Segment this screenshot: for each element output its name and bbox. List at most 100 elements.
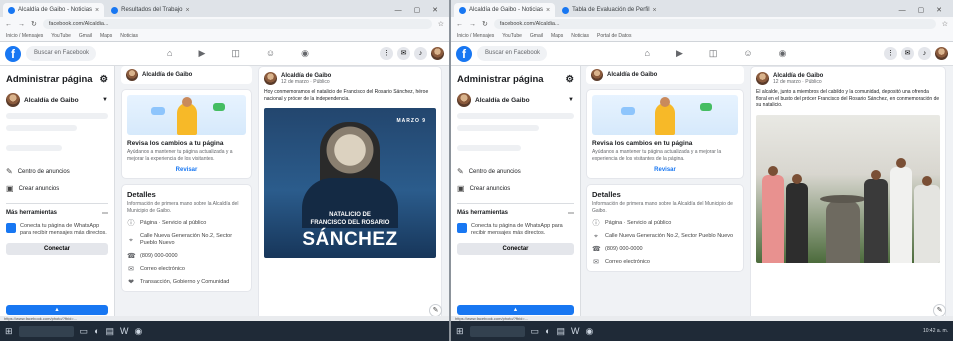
post-author[interactable]: Alcaldía de Gaibo — [281, 73, 331, 79]
tab-evaluation[interactable]: Tabla de Evaluación de Perfil × — [557, 3, 661, 17]
word-icon[interactable]: W — [120, 326, 129, 336]
promote-button[interactable]: ▲ — [457, 305, 574, 315]
bookmark-item[interactable]: Noticias — [571, 33, 589, 39]
system-clock[interactable]: 10:42 a. m. — [923, 328, 948, 334]
connect-button[interactable]: Conectar — [457, 243, 574, 255]
taskbar-search-input[interactable] — [18, 325, 74, 337]
tab-results[interactable]: Resultados del Trabajo × — [106, 3, 194, 17]
facebook-favicon-icon — [8, 6, 15, 14]
page-name: Alcaldía de Gaibo — [24, 96, 79, 104]
facebook-logo-icon[interactable]: f — [456, 45, 472, 62]
home-icon[interactable]: ⌂ — [645, 48, 650, 59]
marketplace-icon[interactable]: ◫ — [709, 48, 718, 59]
edge-browser-icon[interactable]: ◐ — [94, 326, 99, 336]
sidebar-item-create-ads[interactable]: ▣ Crear anuncios — [6, 184, 108, 193]
bookmark-item[interactable]: YouTube — [502, 33, 522, 39]
windows-start-icon[interactable]: ⊞ — [5, 326, 13, 337]
bookmark-item[interactable]: Maps — [100, 33, 112, 39]
page-switcher[interactable]: Alcaldía de Gaibo ▼ — [6, 93, 108, 107]
window-controls[interactable]: — ▢ ✕ — [389, 6, 449, 17]
bookmark-item[interactable]: Noticias — [120, 33, 138, 39]
search-input[interactable]: Buscar en Facebook — [477, 46, 547, 61]
taskbar: ⊞ ▭ ◐ ▤ W ◉ — [0, 321, 449, 341]
forward-icon[interactable]: → — [469, 21, 476, 28]
close-icon[interactable]: × — [186, 7, 190, 14]
video-icon[interactable]: ▶ — [198, 48, 205, 59]
bookmark-item[interactable]: Gmail — [530, 33, 543, 39]
connect-button[interactable]: Conectar — [6, 243, 108, 255]
marketplace-icon[interactable]: ◫ — [231, 48, 240, 59]
url-field[interactable]: facebook.com/Alcaldia... — [42, 19, 432, 29]
sidebar-item-ads-center[interactable]: ✎ Centro de anuncios — [457, 167, 574, 176]
menu-grid-icon[interactable]: ⋮ — [884, 47, 897, 60]
divider — [6, 203, 108, 204]
facebook-logo-icon[interactable]: f — [5, 45, 21, 62]
avatar[interactable] — [431, 47, 444, 60]
more-icon[interactable]: ⋯ — [568, 210, 574, 217]
search-input[interactable]: Buscar en Facebook — [26, 46, 96, 61]
promo-item: Conecta tu página de WhatsApp para recib… — [457, 223, 574, 237]
bookmark-item[interactable]: Maps — [551, 33, 563, 39]
url-field[interactable]: facebook.com/Alcaldia... — [493, 19, 936, 29]
page-switcher[interactable]: Alcaldía de Gaibo ▼ — [457, 93, 574, 107]
reload-icon[interactable]: ↻ — [482, 20, 488, 28]
details-text: Página · Servicio al público — [140, 220, 207, 226]
post-author[interactable]: Alcaldía de Gaibo — [773, 73, 823, 79]
messenger-icon[interactable]: ✉ — [901, 47, 914, 60]
close-icon[interactable]: × — [653, 7, 657, 14]
home-icon[interactable]: ⌂ — [167, 48, 172, 59]
gaming-icon[interactable]: ◉ — [779, 48, 787, 59]
file-explorer-icon[interactable]: ▤ — [557, 326, 566, 337]
groups-icon[interactable]: ☺ — [266, 48, 275, 59]
bookmark-item[interactable]: Portal de Datos — [597, 33, 631, 39]
chrome-icon[interactable]: ◉ — [135, 326, 143, 337]
window-controls[interactable]: — ▢ ✕ — [893, 6, 953, 17]
windows-start-icon[interactable]: ⊞ — [456, 326, 464, 337]
close-icon[interactable]: × — [546, 7, 550, 14]
groups-icon[interactable]: ☺ — [743, 48, 752, 59]
review-card: Revisa los cambios en tu página Ayúdanos… — [586, 89, 744, 179]
taskbar-search-input[interactable] — [469, 325, 525, 337]
review-link[interactable]: Revisar — [592, 167, 738, 173]
video-icon[interactable]: ▶ — [676, 48, 683, 59]
task-view-icon[interactable]: ▭ — [531, 326, 540, 337]
back-icon[interactable]: ← — [456, 21, 463, 28]
sidebar-item-ads-center[interactable]: ✎ Centro de anuncios — [6, 167, 108, 176]
task-view-icon[interactable]: ▭ — [80, 326, 89, 337]
messenger-icon[interactable]: ✉ — [397, 47, 410, 60]
tab-facebook-page[interactable]: Alcaldía de Gaibo - Noticias × — [454, 3, 556, 17]
file-explorer-icon[interactable]: ▤ — [106, 326, 115, 337]
tab-label: Alcaldía de Gaibo - Noticias — [469, 7, 544, 13]
post-image[interactable]: MARZO 9 NATALICIO DE FRANCISCO DEL ROSAR… — [264, 108, 436, 258]
review-link[interactable]: Revisar — [127, 167, 246, 173]
settings-icon[interactable]: ⚙ — [99, 74, 108, 85]
bookmark-item[interactable]: Inicio / Mensajes — [6, 33, 43, 39]
notifications-icon[interactable]: ♪ — [918, 47, 931, 60]
ad-icon: ▣ — [457, 184, 465, 193]
tab-facebook-page[interactable]: Alcaldía de Gaibo - Noticias × — [3, 3, 105, 17]
reload-icon[interactable]: ↻ — [31, 20, 37, 28]
notifications-icon[interactable]: ♪ — [414, 47, 427, 60]
promote-button[interactable]: ▲ — [6, 305, 108, 315]
bookmark-item[interactable]: Gmail — [79, 33, 92, 39]
menu-grid-icon[interactable]: ⋮ — [380, 47, 393, 60]
post-photo[interactable] — [756, 114, 940, 263]
star-icon[interactable]: ☆ — [438, 20, 444, 28]
edge-browser-icon[interactable]: ◐ — [545, 326, 550, 336]
settings-icon[interactable]: ⚙ — [565, 74, 574, 85]
chrome-icon[interactable]: ◉ — [586, 326, 594, 337]
star-icon[interactable]: ☆ — [942, 20, 948, 28]
avatar[interactable] — [935, 47, 948, 60]
more-icon[interactable]: ⋯ — [102, 210, 108, 217]
word-icon[interactable]: W — [571, 326, 580, 336]
bookmark-item[interactable]: Inicio / Mensajes — [457, 33, 494, 39]
gaming-icon[interactable]: ◉ — [301, 48, 309, 59]
details-title: Detalles — [592, 190, 621, 199]
sidebar-item-create-ads[interactable]: ▣ Crear anuncios — [457, 184, 574, 193]
forward-icon[interactable]: → — [18, 21, 25, 28]
card-text: Ayúdanos a mantener tu página actualizad… — [592, 149, 722, 162]
back-icon[interactable]: ← — [5, 21, 12, 28]
bookmark-item[interactable]: YouTube — [51, 33, 71, 39]
sidebar-item-label: Crear anuncios — [18, 185, 60, 192]
close-icon[interactable]: × — [95, 7, 99, 14]
